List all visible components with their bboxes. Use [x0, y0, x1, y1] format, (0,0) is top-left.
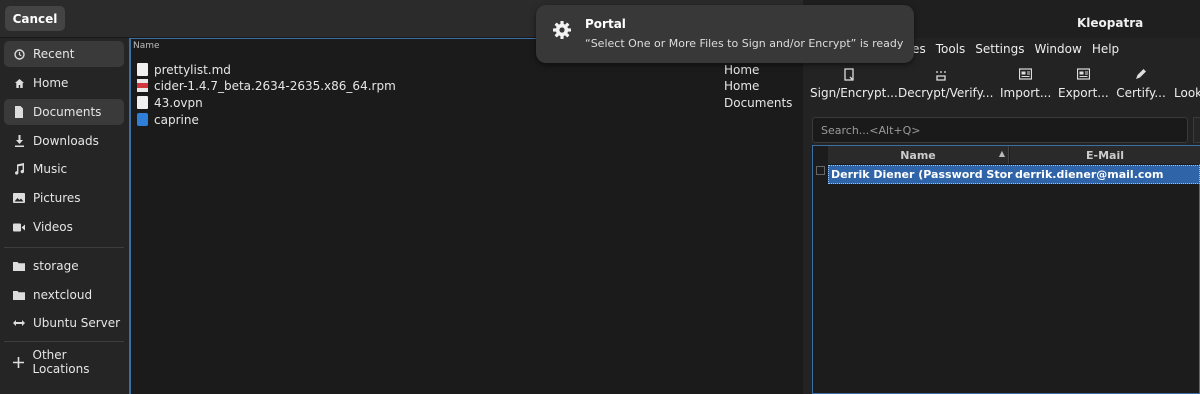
sidebar-item-label: Home	[33, 76, 69, 90]
key-name: Derrik Diener (Password Store ...	[831, 168, 1013, 181]
column-header-name[interactable]: Name ▲	[828, 146, 1009, 164]
export-icon	[1076, 68, 1090, 82]
places-sidebar: Recent Home Documents Downloads Music Pi…	[0, 38, 129, 394]
sidebar-item-other-locations[interactable]: Other Locations	[4, 348, 124, 376]
decrypt-verify-icon	[934, 68, 948, 82]
file-name: caprine	[154, 112, 199, 127]
menu-item-window[interactable]: Window	[1034, 42, 1081, 56]
sidebar-item-label: Ubuntu Server	[33, 316, 121, 330]
sidebar-item-storage[interactable]: storage	[4, 253, 124, 279]
sidebar-item-label: Recent	[33, 47, 75, 61]
sidebar-item-home[interactable]: Home	[4, 70, 124, 96]
sidebar-item-label: storage	[33, 259, 79, 273]
menu-item-tools[interactable]: Tools	[936, 42, 966, 56]
column-header-label: Name	[900, 148, 936, 162]
clock-icon	[12, 48, 26, 60]
file-row[interactable]: caprine	[137, 111, 797, 128]
toolbar-label: Export...	[1058, 86, 1109, 100]
search-filter-button[interactable]	[1193, 117, 1200, 143]
menu-item-settings[interactable]: Settings	[975, 42, 1024, 56]
sidebar-item-label: nextcloud	[33, 288, 93, 302]
export-button[interactable]: Export...	[1058, 68, 1109, 100]
file-name: cider-1.4.7_beta.2634-2635.x86_64.rpm	[154, 78, 396, 93]
toolbar-label: Import...	[1000, 86, 1052, 100]
notification-title: Portal	[585, 17, 626, 31]
file-row[interactable]: 43.ovpn Documents	[137, 94, 797, 111]
folder-icon	[12, 290, 26, 300]
sidebar-item-label: Downloads	[33, 134, 99, 148]
file-name: 43.ovpn	[154, 95, 203, 110]
toolbar-label: Look	[1174, 86, 1200, 100]
import-button[interactable]: Import...	[1000, 68, 1052, 100]
document-icon	[12, 106, 26, 118]
gear-icon	[552, 20, 572, 44]
sidebar-item-ubuntu-server[interactable]: Ubuntu Server	[4, 310, 124, 336]
sidebar-item-label: Documents	[33, 105, 102, 119]
text-file-icon	[137, 63, 148, 76]
music-icon	[12, 163, 26, 175]
certify-button[interactable]: Certify...	[1116, 68, 1166, 100]
lookup-icon	[1174, 68, 1188, 82]
home-icon	[12, 78, 26, 89]
sign-encrypt-button[interactable]: Sign/Encrypt...	[810, 68, 898, 100]
sidebar-item-label: Pictures	[33, 191, 81, 205]
toolbar-label: Sign/Encrypt...	[810, 86, 898, 100]
cancel-button[interactable]: Cancel	[5, 6, 65, 31]
pictures-icon	[12, 193, 26, 203]
sidebar-item-downloads[interactable]: Downloads	[4, 128, 124, 154]
video-icon	[12, 223, 26, 232]
notification-banner[interactable]	[536, 5, 914, 63]
file-location: Home	[724, 62, 760, 77]
import-icon	[1018, 68, 1032, 82]
table-row[interactable]: Derrik Diener (Password Store ... derrik…	[828, 165, 1200, 184]
sidebar-item-videos[interactable]: Videos	[4, 214, 124, 240]
toolbar-label: Decrypt/Verify...	[898, 86, 994, 100]
notification-body: “Select One or More Files to Sign and/or…	[585, 37, 904, 50]
folder-icon	[12, 261, 26, 271]
file-row[interactable]: cider-1.4.7_beta.2634-2635.x86_64.rpm Ho…	[137, 77, 797, 94]
toolbar-label: Certify...	[1116, 86, 1166, 100]
sign-encrypt-icon	[842, 68, 856, 82]
file-name: prettylist.md	[154, 62, 231, 77]
sidebar-item-label: Other Locations	[32, 348, 90, 376]
sidebar-divider	[4, 341, 124, 342]
decrypt-verify-button[interactable]: Decrypt/Verify...	[898, 68, 993, 100]
rpm-package-icon	[137, 79, 148, 92]
file-row[interactable]: prettylist.md Home	[137, 61, 797, 78]
sort-arrow-icon: ▲	[998, 149, 1005, 158]
menu-item-help[interactable]: Help	[1092, 42, 1119, 56]
sidebar-item-documents[interactable]: Documents	[4, 99, 124, 125]
window-title: Kleopatra	[1077, 16, 1144, 30]
text-file-icon	[137, 96, 148, 109]
menu-bar: ates Tools Settings Window Help	[900, 42, 1129, 56]
plus-icon	[12, 356, 26, 368]
lookup-button[interactable]: Look	[1174, 68, 1200, 100]
column-header-email[interactable]: E-Mail	[1010, 146, 1200, 164]
column-header-name[interactable]: Name	[133, 41, 160, 51]
app-icon	[137, 113, 148, 126]
key-email: derrik.diener@mail.com	[1015, 168, 1164, 181]
sidebar-divider	[4, 247, 124, 248]
row-checkbox[interactable]	[816, 166, 825, 175]
network-icon	[12, 318, 26, 328]
search-input[interactable]: Search...<Alt+Q>	[812, 117, 1188, 143]
sidebar-item-label: Music	[33, 162, 68, 176]
file-location: Home	[724, 78, 760, 93]
sidebar-item-pictures[interactable]: Pictures	[4, 185, 124, 211]
download-icon	[12, 135, 26, 147]
sidebar-item-nextcloud[interactable]: nextcloud	[4, 282, 124, 308]
file-location: Documents	[724, 95, 793, 110]
sidebar-item-music[interactable]: Music	[4, 156, 124, 182]
sidebar-item-recent[interactable]: Recent	[4, 41, 124, 67]
sidebar-item-label: Videos	[33, 220, 73, 234]
certify-icon	[1134, 68, 1148, 82]
